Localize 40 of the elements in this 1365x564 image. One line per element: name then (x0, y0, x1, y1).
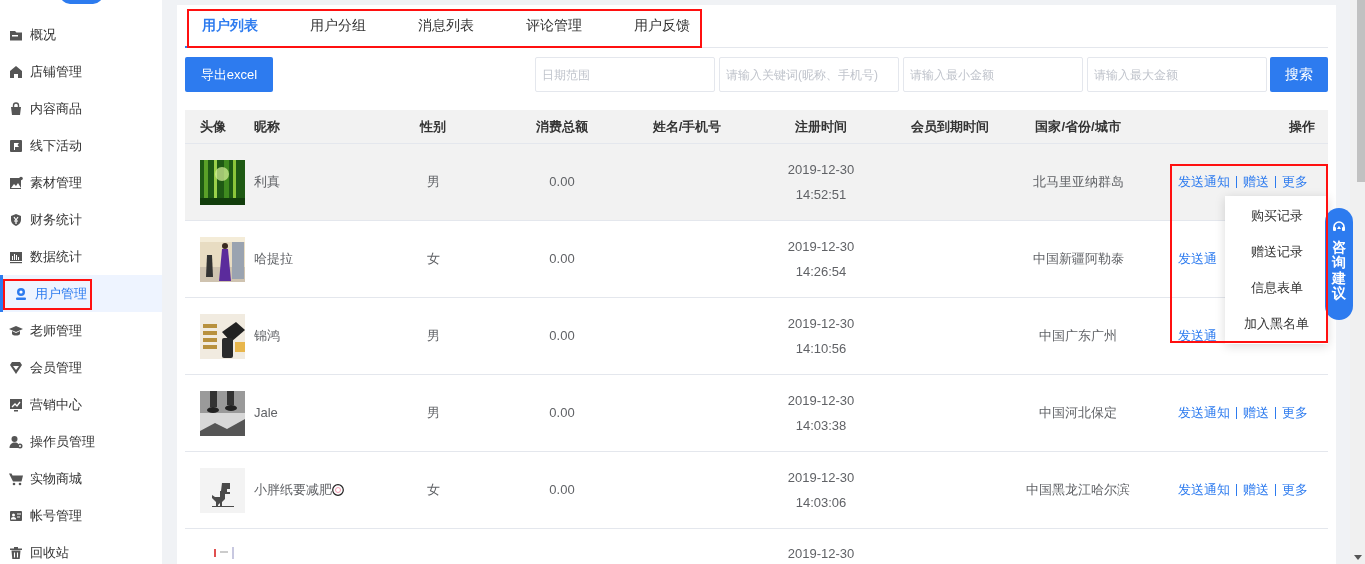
table-cell-text: 女 (426, 250, 440, 269)
table-cell-text: 0.00 (549, 173, 575, 192)
time-text: 14:03:06 (795, 494, 847, 512)
column-header: 注册时间 (795, 117, 847, 136)
time-text: 14:03:38 (795, 417, 847, 435)
table-cell-text: 中国河北保定 (1039, 404, 1117, 423)
table-cell-text: 女 (426, 481, 440, 500)
table-cell-text: 0.00 (549, 327, 575, 346)
table-cell-text: 北马里亚纳群岛 (1032, 173, 1124, 192)
column-header: 消费总额 (536, 117, 588, 136)
column-header: 姓名/手机号 (652, 117, 722, 136)
column-header: 性别 (420, 117, 446, 136)
time-text: 14:52:51 (795, 186, 847, 204)
date-text: 2019-12-30 (787, 315, 855, 333)
date-text: 2019-12-30 (787, 238, 855, 256)
date-text: 2019-12-30 (787, 161, 855, 179)
date-text: 2019-12-30 (787, 469, 855, 487)
nickname-text: 锦鸿 (254, 327, 280, 346)
column-header: 会员到期时间 (911, 117, 989, 136)
date-text: 2019-12-30 (787, 545, 855, 563)
table-cell-text: 0.00 (549, 404, 575, 423)
column-header: 昵称 (254, 117, 280, 136)
column-header: 操作 (1289, 117, 1315, 136)
nickname-text: Jale (254, 404, 278, 423)
table-cell-text: 0.00 (549, 250, 575, 269)
nickname-text: 哈提拉 (254, 250, 293, 269)
table-cell-text: 中国黑龙江哈尔滨 (1026, 481, 1130, 500)
table-cell-text: 男 (426, 327, 440, 346)
table-cell-text: 男 (426, 173, 440, 192)
table-cell-text: 中国新疆阿勒泰 (1032, 250, 1124, 269)
column-header: 头像 (200, 117, 226, 136)
table-cell-text: 0.00 (549, 481, 575, 500)
date-text: 2019-12-30 (787, 392, 855, 410)
table-cell-text: 男 (426, 404, 440, 423)
nickname-text: 利真 (254, 173, 280, 192)
nickname-text: 小胖纸要减肥 (254, 481, 332, 500)
column-header: 国家/省份/城市 (1035, 117, 1121, 136)
table-cell-text: 中国广东广州 (1039, 327, 1117, 346)
time-text: 14:26:54 (795, 263, 847, 281)
time-text: 14:10:56 (795, 340, 847, 358)
